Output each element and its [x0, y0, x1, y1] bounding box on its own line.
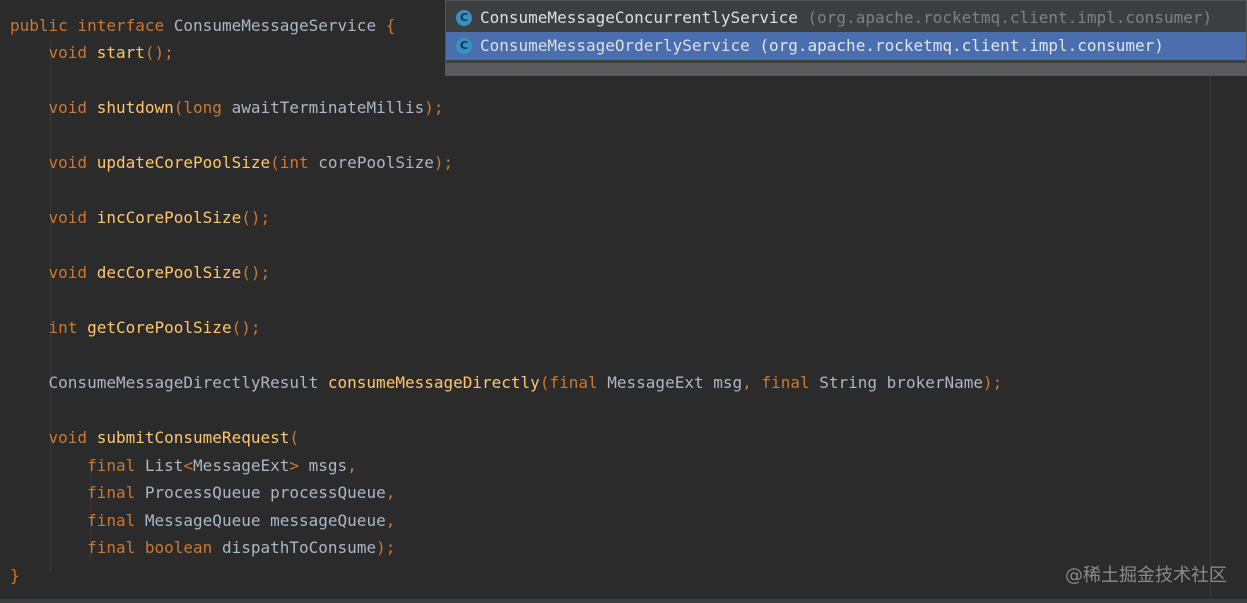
code-line-inc-core-pool-size[interactable]: void incCorePoolSize();	[10, 206, 271, 230]
param-name: brokerName	[886, 373, 983, 392]
param-name: awaitTerminateMillis	[231, 98, 425, 117]
return-type: void	[48, 43, 88, 62]
param-name: msgs	[308, 456, 348, 475]
code-line-update-core-pool-size[interactable]: void updateCorePoolSize(int corePoolSize…	[10, 151, 454, 175]
return-type: void	[48, 263, 88, 282]
code-line-submit-consume-request[interactable]: void submitConsumeRequest(	[10, 426, 299, 450]
method-name: getCorePoolSize	[87, 318, 232, 337]
param-type: long	[183, 98, 222, 117]
punctuation: );	[376, 538, 396, 557]
keyword-final: final	[87, 456, 136, 475]
code-editor[interactable]: public interface ConsumeMessageService {…	[0, 0, 1247, 603]
method-name: submitConsumeRequest	[96, 428, 290, 447]
return-type: int	[48, 318, 78, 337]
param-name: corePoolSize	[318, 153, 434, 172]
return-type: void	[48, 153, 88, 172]
punctuation: ,	[385, 511, 396, 530]
punctuation: ,	[385, 483, 396, 502]
code-line-shutdown[interactable]: void shutdown(long awaitTerminateMillis)…	[10, 96, 444, 120]
punctuation: );	[433, 153, 454, 172]
method-name: incCorePoolSize	[96, 208, 242, 227]
keyword-public: public	[10, 16, 68, 35]
open-brace: {	[385, 16, 396, 35]
punctuation: <	[183, 456, 194, 475]
code-line-dec-core-pool-size[interactable]: void decCorePoolSize();	[10, 261, 271, 285]
punctuation: ();	[144, 43, 174, 62]
param-type: String	[819, 373, 878, 392]
punctuation: (	[539, 373, 550, 392]
param-type: MessageQueue	[144, 511, 261, 530]
code-line-param-process-queue[interactable]: final ProcessQueue processQueue,	[10, 481, 395, 505]
completion-item-concurrently[interactable]: C ConsumeMessageConcurrentlyService (org…	[446, 4, 1246, 32]
code-line-get-core-pool-size[interactable]: int getCorePoolSize();	[10, 316, 261, 340]
punctuation: ();	[241, 208, 271, 227]
param-type: int	[279, 153, 309, 172]
code-line-param-dispath-to-consume[interactable]: final boolean dispathToConsume);	[10, 536, 395, 560]
return-type: void	[48, 208, 88, 227]
generic-type: MessageExt	[193, 456, 290, 475]
close-brace: }	[10, 566, 20, 585]
return-type: ConsumeMessageDirectlyResult	[48, 373, 319, 392]
punctuation: (	[173, 98, 184, 117]
punctuation: ,	[742, 373, 752, 392]
method-name: shutdown	[96, 98, 174, 117]
keyword-final: final	[761, 373, 810, 392]
keyword-final: final	[87, 538, 136, 557]
class-icon: C	[456, 10, 472, 26]
param-type: List	[144, 456, 184, 475]
keyword-final: final	[87, 483, 136, 502]
completion-class-name: ConsumeMessageOrderlyService	[480, 36, 750, 55]
keyword-interface: interface	[77, 16, 165, 35]
code-line-close-brace[interactable]: }	[10, 564, 20, 588]
punctuation: ,	[347, 456, 357, 475]
completion-class-name: ConsumeMessageConcurrentlyService	[480, 8, 798, 27]
method-name: decCorePoolSize	[96, 263, 242, 282]
param-name: processQueue	[270, 483, 386, 502]
popup-horizontal-scrollbar[interactable]	[446, 63, 1246, 75]
code-line-param-message-queue[interactable]: final MessageQueue messageQueue,	[10, 509, 395, 533]
punctuation: (	[289, 428, 299, 447]
return-type: void	[48, 428, 88, 447]
completion-package: (org.apache.rocketmq.client.impl.consume…	[759, 36, 1164, 55]
keyword-final: final	[549, 373, 598, 392]
method-name: consumeMessageDirectly	[327, 373, 540, 392]
punctuation: ();	[231, 318, 261, 337]
code-line-param-msgs[interactable]: final List<MessageExt> msgs,	[10, 454, 357, 478]
watermark: @稀土掘金技术社区	[1065, 565, 1227, 586]
code-line-start[interactable]: void start();	[10, 41, 174, 65]
param-name: dispathToConsume	[221, 538, 377, 557]
completion-item-orderly[interactable]: C ConsumeMessageOrderlyService (org.apac…	[446, 32, 1246, 60]
param-type: boolean	[144, 538, 213, 557]
param-type: MessageExt	[607, 373, 704, 392]
right-margin-guide	[1210, 0, 1211, 603]
completion-package: (org.apache.rocketmq.client.impl.consume…	[807, 8, 1213, 27]
method-name: start	[96, 43, 145, 62]
punctuation: (	[270, 153, 280, 172]
punctuation: >	[289, 456, 300, 475]
code-line-consume-message-directly[interactable]: ConsumeMessageDirectlyResult consumeMess…	[10, 371, 1003, 395]
punctuation: );	[983, 373, 1003, 392]
punctuation: ();	[241, 263, 271, 282]
method-name: updateCorePoolSize	[96, 153, 271, 172]
param-name: messageQueue	[270, 511, 386, 530]
param-name: msg	[713, 373, 743, 392]
punctuation: );	[424, 98, 444, 117]
return-type: void	[48, 98, 88, 117]
code-line-interface-declaration[interactable]: public interface ConsumeMessageService {	[10, 14, 395, 38]
keyword-final: final	[87, 511, 136, 530]
class-icon: C	[456, 38, 472, 54]
bottom-border	[0, 599, 1247, 603]
param-type: ProcessQueue	[144, 483, 261, 502]
interface-name: ConsumeMessageService	[173, 16, 377, 35]
completion-popup[interactable]: C ConsumeMessageConcurrentlyService (org…	[445, 0, 1247, 76]
